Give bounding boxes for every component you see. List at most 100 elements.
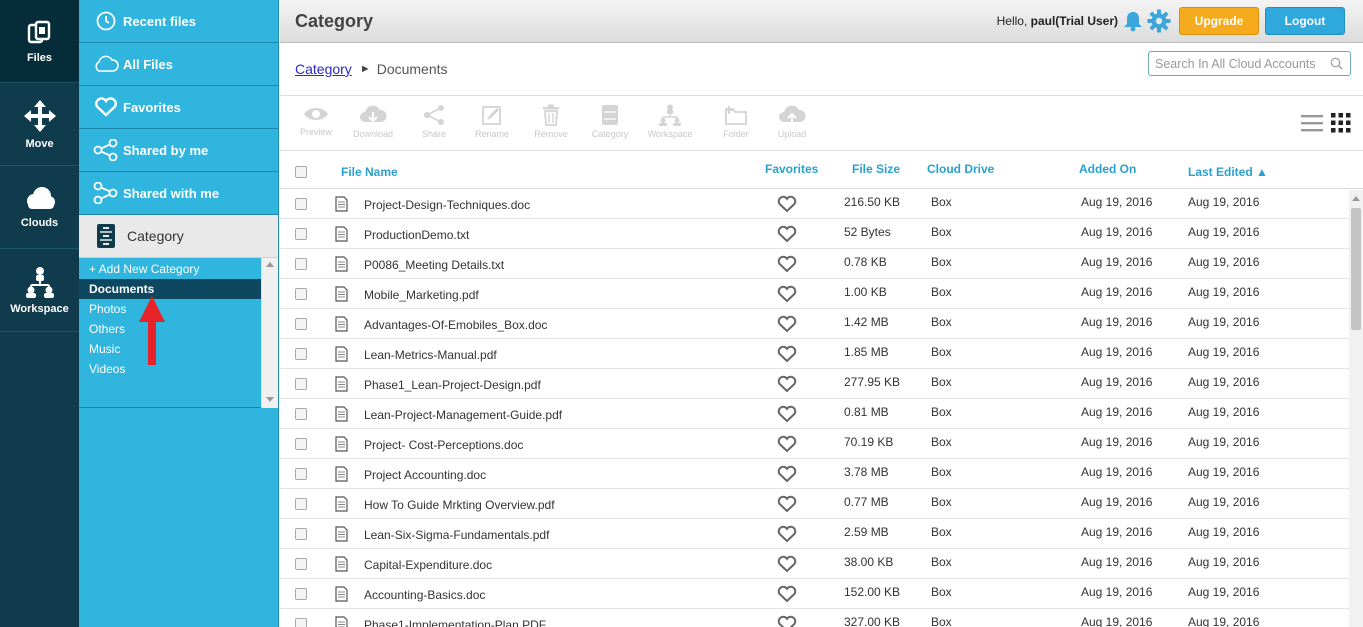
favorite-heart-icon[interactable]: [777, 555, 797, 573]
new-folder-button[interactable]: Folder: [708, 104, 764, 139]
remove-button[interactable]: Remove: [523, 104, 579, 139]
scroll-up-icon[interactable]: [266, 262, 274, 267]
file-name[interactable]: Lean-Project-Management-Guide.pdf: [364, 408, 562, 422]
row-checkbox[interactable]: [295, 318, 307, 330]
download-button[interactable]: Download: [345, 104, 401, 139]
scroll-down-icon[interactable]: [266, 397, 274, 402]
file-name[interactable]: ProductionDemo.txt: [364, 228, 469, 242]
favorite-heart-icon[interactable]: [777, 405, 797, 423]
table-row[interactable]: How To Guide Mrkting Overview.pdf 0.77 MB…: [280, 489, 1363, 519]
favorite-heart-icon[interactable]: [777, 615, 797, 627]
file-name[interactable]: Project Accounting.doc: [364, 468, 486, 482]
search-icon[interactable]: [1330, 57, 1343, 70]
category-button[interactable]: Category: [582, 104, 638, 139]
select-all-checkbox[interactable]: [295, 166, 307, 178]
rail-item-files[interactable]: Files: [0, 0, 79, 83]
scrollbar-thumb[interactable]: [1351, 208, 1361, 330]
table-row[interactable]: Project- Cost-Perceptions.doc 70.19 KB Box…: [280, 429, 1363, 459]
table-scrollbar[interactable]: [1349, 190, 1363, 627]
favorite-heart-icon[interactable]: [777, 495, 797, 513]
file-name[interactable]: Accounting-Basics.doc: [364, 588, 485, 602]
favorite-heart-icon[interactable]: [777, 225, 797, 243]
search-input[interactable]: [1149, 52, 1324, 75]
bell-icon[interactable]: [1122, 10, 1144, 32]
rename-button[interactable]: Rename: [464, 104, 520, 139]
column-file-size[interactable]: File Size: [852, 162, 900, 176]
file-name[interactable]: Lean-Six-Sigma-Fundamentals.pdf: [364, 528, 549, 542]
upgrade-button[interactable]: Upgrade: [1179, 7, 1259, 35]
share-button[interactable]: Share: [406, 104, 462, 139]
favorite-heart-icon[interactable]: [777, 465, 797, 483]
row-checkbox[interactable]: [295, 408, 307, 420]
rail-item-move[interactable]: Move: [0, 83, 79, 166]
table-row[interactable]: Phase1-Implementation-Plan.PDF 327.00 KB B…: [280, 609, 1363, 627]
category-item-others[interactable]: Others: [79, 319, 261, 339]
sidebar-item-all-files[interactable]: All Files: [79, 43, 278, 86]
favorite-heart-icon[interactable]: [777, 525, 797, 543]
rail-item-workspace[interactable]: Workspace: [0, 249, 79, 332]
category-item-documents[interactable]: Documents: [79, 279, 261, 299]
breadcrumb-link-category[interactable]: Category: [295, 61, 352, 77]
rail-item-clouds[interactable]: Clouds: [0, 166, 79, 249]
grid-view-icon[interactable]: [1331, 113, 1351, 133]
file-name[interactable]: Capital-Expenditure.doc: [364, 558, 492, 572]
favorite-heart-icon[interactable]: [777, 195, 797, 213]
column-added-on[interactable]: Added On: [1079, 162, 1136, 176]
sidebar-item-favorites[interactable]: Favorites: [79, 86, 278, 129]
favorite-heart-icon[interactable]: [777, 435, 797, 453]
table-row[interactable]: P0086_Meeting Details.txt 0.78 KB Box Aug 1…: [280, 249, 1363, 279]
file-name[interactable]: Project- Cost-Perceptions.doc: [364, 438, 523, 452]
sidebar-item-shared-with-me[interactable]: Shared with me: [79, 172, 278, 215]
sidebar-item-shared-by-me[interactable]: Shared by me: [79, 129, 278, 172]
row-checkbox[interactable]: [295, 258, 307, 270]
table-row[interactable]: Project-Design-Techniques.doc 216.50 KB Bo…: [280, 189, 1363, 219]
row-checkbox[interactable]: [295, 498, 307, 510]
table-row[interactable]: Advantages-Of-Emobiles_Box.doc 1.42 MB Box…: [280, 309, 1363, 339]
file-name[interactable]: Phase1_Lean-Project-Design.pdf: [364, 378, 541, 392]
upload-button[interactable]: Upload: [764, 104, 820, 139]
sidebar-item-category[interactable]: Category: [79, 215, 278, 258]
row-checkbox[interactable]: [295, 588, 307, 600]
row-checkbox[interactable]: [295, 348, 307, 360]
workspace-button[interactable]: Workspace: [642, 104, 698, 139]
column-file-name[interactable]: File Name: [341, 165, 398, 179]
file-name[interactable]: How To Guide Mrkting Overview.pdf: [364, 498, 555, 512]
favorite-heart-icon[interactable]: [777, 315, 797, 333]
row-checkbox[interactable]: [295, 378, 307, 390]
table-row[interactable]: Capital-Expenditure.doc 38.00 KB Box Aug 19…: [280, 549, 1363, 579]
logout-button[interactable]: Logout: [1265, 7, 1345, 35]
category-item-photos[interactable]: Photos: [79, 299, 261, 319]
column-last-edited[interactable]: Last Edited ▲: [1188, 165, 1268, 179]
row-checkbox[interactable]: [295, 618, 307, 627]
preview-button[interactable]: Preview: [288, 104, 344, 137]
row-checkbox[interactable]: [295, 438, 307, 450]
row-checkbox[interactable]: [295, 288, 307, 300]
row-checkbox[interactable]: [295, 528, 307, 540]
sidebar-item-recent-files[interactable]: Recent files: [79, 0, 278, 43]
table-row[interactable]: Lean-Metrics-Manual.pdf 1.85 MB Box Aug 19,…: [280, 339, 1363, 369]
table-row[interactable]: Phase1_Lean-Project-Design.pdf 277.95 KB B…: [280, 369, 1363, 399]
file-name[interactable]: Advantages-Of-Emobiles_Box.doc: [364, 318, 547, 332]
table-row[interactable]: Accounting-Basics.doc 152.00 KB Box Aug 19,…: [280, 579, 1363, 609]
file-name[interactable]: Project-Design-Techniques.doc: [364, 198, 530, 212]
favorite-heart-icon[interactable]: [777, 285, 797, 303]
table-row[interactable]: Mobile_Marketing.pdf 1.00 KB Box Aug 19, 20…: [280, 279, 1363, 309]
row-checkbox[interactable]: [295, 228, 307, 240]
scroll-up-icon[interactable]: [1352, 196, 1360, 201]
favorite-heart-icon[interactable]: [777, 375, 797, 393]
gear-icon[interactable]: [1147, 9, 1171, 33]
category-item-music[interactable]: Music: [79, 339, 261, 359]
row-checkbox[interactable]: [295, 198, 307, 210]
favorite-heart-icon[interactable]: [777, 255, 797, 273]
favorite-heart-icon[interactable]: [777, 585, 797, 603]
file-name[interactable]: P0086_Meeting Details.txt: [364, 258, 504, 272]
add-category-link[interactable]: + Add New Category: [79, 259, 261, 279]
table-row[interactable]: Lean-Six-Sigma-Fundamentals.pdf 2.59 MB Bo…: [280, 519, 1363, 549]
category-item-videos[interactable]: Videos: [79, 359, 261, 379]
file-name[interactable]: Mobile_Marketing.pdf: [364, 288, 479, 302]
file-name[interactable]: Lean-Metrics-Manual.pdf: [364, 348, 497, 362]
table-row[interactable]: ProductionDemo.txt 52 Bytes Box Aug 19, 201…: [280, 219, 1363, 249]
category-scrollbar[interactable]: [261, 258, 278, 408]
row-checkbox[interactable]: [295, 468, 307, 480]
list-view-icon[interactable]: [1301, 114, 1323, 132]
